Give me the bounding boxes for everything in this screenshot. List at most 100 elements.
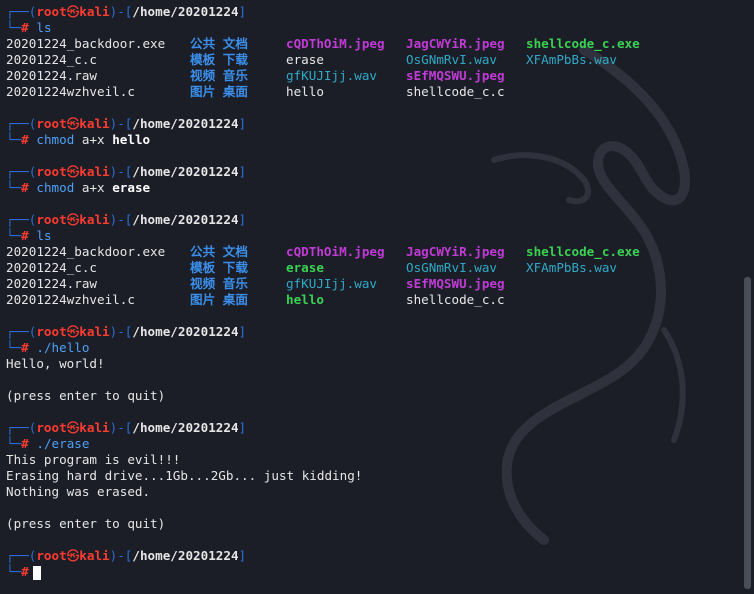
prompt-user: root [36,548,67,563]
ls-entry: 公共 文档 [190,244,248,259]
command-name: chmod [36,180,75,195]
prompt-host: kali [79,324,110,339]
prompt-corner: ┌──( [6,212,37,227]
prompt-corner-bottom: └─ [6,436,22,451]
prompt-header: ┌──(root㉿kali)-[/home/20201224] [6,212,734,228]
terminal-window[interactable]: ┌──(root㉿kali)-[/home/20201224] └─# ls 202… [0,0,754,594]
prompt-separator: )-[ [109,420,133,435]
ls-entry: 20201224wzhveil.c [6,292,135,307]
ls-entry: JagCWYiR.jpeg [406,244,505,259]
prompt-path: /home/20201224 [132,324,239,339]
prompt-path: /home/20201224 [132,420,239,435]
ls-entry: gfKUJIjj.wav [286,276,377,291]
scrollbar-thumb[interactable] [744,277,751,589]
ls-entry: shellcode_c.exe [526,36,640,51]
ls-entry: 20201224.raw [6,276,97,291]
command-name: ls [36,20,52,35]
command-line: └─# chmod a+x erase [6,180,734,196]
ls-entry: hello [286,84,324,99]
program-output: Hello, world! [6,356,105,371]
prompt-hash: # [21,340,29,355]
ls-entry: sEfMQSWU.jpeg [406,68,505,83]
ls-row: 20201224.raw 视频 音乐 gfKUJIjj.wav sEfMQSWU.jp… [6,276,734,292]
ls-entry: shellcode_c.exe [526,244,640,259]
program-output: Erasing hard drive...1Gb...2Gb... just k… [6,468,363,483]
ls-entry: erase [286,52,324,67]
prompt-hash: # [21,132,29,147]
prompt-path: /home/20201224 [132,548,239,563]
prompt-user: root [36,420,67,435]
program-output: This program is evil!!! [6,452,181,467]
prompt-path: /home/20201224 [132,164,239,179]
ls-entry: JagCWYiR.jpeg [406,36,505,51]
prompt-host: kali [79,420,110,435]
prompt-corner: ┌──( [6,548,37,563]
prompt-path: /home/20201224 [132,4,239,19]
ls-entry: 20201224_c.c [6,52,97,67]
prompt-hash: # [21,436,29,451]
command-arg: a+x [81,180,105,195]
ls-row: 20201224_backdoor.exe 公共 文档 cQDThOiM.jpeg J… [6,244,734,260]
command-target: erase [112,180,151,195]
ls-entry: 图片 桌面 [190,84,248,99]
prompt-bracket: ] [238,212,247,227]
prompt-corner-bottom: └─ [6,340,22,355]
ls-entry: OsGNmRvI.wav [406,52,497,67]
prompt-header: ┌──(root㉿kali)-[/home/20201224] [6,420,734,436]
prompt-header: ┌──(root㉿kali)-[/home/20201224] [6,116,734,132]
prompt-corner: ┌──( [6,164,37,179]
prompt-separator: )-[ [109,4,133,19]
prompt-corner: ┌──( [6,324,37,339]
prompt-at-symbol: ㉿ [66,212,80,227]
terminal-output: ┌──(root㉿kali)-[/home/20201224] └─# ls 202… [6,4,734,580]
scrollbar[interactable] [742,0,754,594]
ls-entry: hello [286,292,324,307]
ls-row: 20201224_c.c 模板 下载 erase OsGNmRvI.wav XFAmPb… [6,260,734,276]
prompt-user: root [36,164,67,179]
ls-entry: XFAmPbBs.wav [526,260,617,275]
prompt-hash: # [21,20,29,35]
prompt-corner-bottom: └─ [6,564,22,579]
prompt-corner: ┌──( [6,4,37,19]
ls-entry: OsGNmRvI.wav [406,260,497,275]
ls-entry: 模板 下载 [190,52,248,67]
ls-entry: 20201224_backdoor.exe [6,36,166,51]
prompt-user: root [36,116,67,131]
prompt-corner: ┌──( [6,420,37,435]
prompt-bracket: ] [238,324,247,339]
command-line: └─# [6,564,734,580]
ls-entry: 模板 下载 [190,260,248,275]
text-cursor[interactable] [32,565,41,580]
prompt-host: kali [79,212,110,227]
prompt-separator: )-[ [109,212,133,227]
prompt-corner-bottom: └─ [6,132,22,147]
ls-entry: 视频 音乐 [190,276,248,291]
prompt-separator: )-[ [109,324,133,339]
prompt-corner-bottom: └─ [6,180,22,195]
prompt-path: /home/20201224 [132,212,239,227]
prompt-host: kali [79,4,110,19]
ls-entry: 公共 文档 [190,36,248,51]
command-name: chmod [36,132,75,147]
ls-entry: 图片 桌面 [190,292,248,307]
command-line: └─# ls [6,20,734,36]
prompt-host: kali [79,116,110,131]
prompt-corner-bottom: └─ [6,228,22,243]
ls-entry: 20201224.raw [6,68,97,83]
prompt-hash: # [21,180,29,195]
ls-row: 20201224wzhveil.c 图片 桌面 hello shellcode_c.c [6,292,734,308]
ls-entry: erase [286,260,324,275]
prompt-separator: )-[ [109,548,133,563]
ls-entry: shellcode_c.c [406,292,505,307]
ls-entry: 视频 音乐 [190,68,248,83]
program-output: Nothing was erased. [6,484,151,499]
prompt-at-symbol: ㉿ [66,548,80,563]
prompt-bracket: ] [238,4,247,19]
ls-entry: 20201224wzhveil.c [6,84,135,99]
program-output: (press enter to quit) [6,516,166,531]
